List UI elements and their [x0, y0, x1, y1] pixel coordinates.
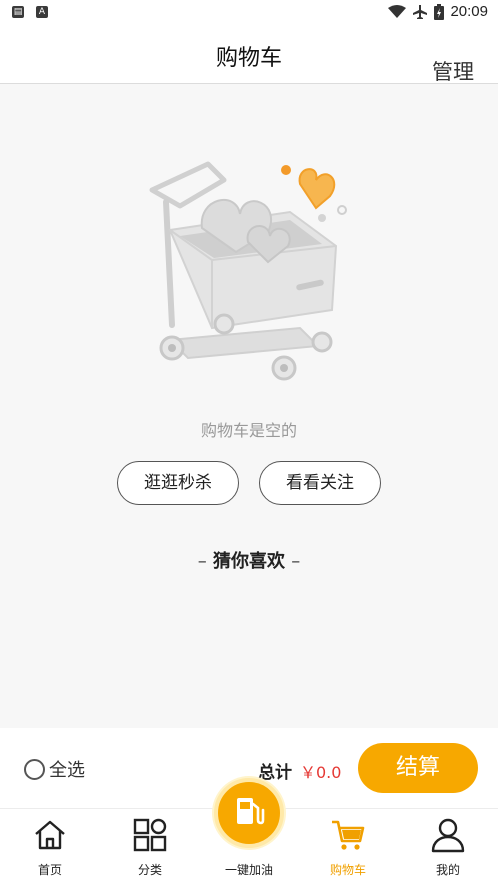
follow-button[interactable]: 看看关注 [259, 461, 381, 505]
home-icon [35, 820, 65, 850]
status-time: 20:09 [450, 3, 488, 20]
guess-you-like-title: 猜你喜欢 [213, 551, 285, 572]
page-title: 购物车 [215, 46, 282, 71]
select-all-toggle[interactable]: 全选 [24, 756, 85, 782]
guess-you-like-heading: – 猜你喜欢 – [0, 547, 498, 573]
cart-icon [332, 820, 365, 850]
fuel-pump-icon [237, 798, 265, 825]
heading-dash-right: – [291, 551, 301, 572]
category-grid-icon [133, 818, 167, 852]
tab-cart[interactable]: 购物车 [298, 809, 398, 886]
empty-cart-message: 购物车是空的 [200, 421, 297, 440]
select-all-label: 全选 [49, 760, 85, 781]
tab-home-label: 首页 [37, 863, 62, 877]
select-all-radio[interactable] [24, 758, 45, 780]
manage-button[interactable]: 管理 [432, 56, 474, 86]
refuel-center-button[interactable] [214, 778, 284, 848]
tab-mine-label: 我的 [435, 863, 460, 877]
shopping-cart-with-hearts-illustration [149, 161, 347, 381]
status-bar: ▤ A 20:09 [0, 0, 498, 26]
total-label: 总计 [258, 763, 292, 783]
tab-mine[interactable]: 我的 [398, 809, 498, 886]
checkout-button[interactable]: 结算 [358, 743, 478, 793]
heading-dash-left: – [197, 551, 207, 572]
airplane-icon [413, 4, 428, 19]
a-letter-icon: A [36, 6, 48, 18]
seckill-button[interactable]: 逛逛秒杀 [117, 461, 239, 505]
total-value: ￥0.0 [300, 763, 342, 782]
user-icon [431, 818, 465, 853]
notification-icon: ▤ [12, 6, 24, 18]
page-header: 购物车 管理 [0, 26, 498, 84]
tab-refuel-label: 一键加油 [224, 863, 273, 877]
tab-category-label: 分类 [137, 863, 162, 877]
tab-cart-label: 购物车 [329, 863, 366, 877]
battery-charging-icon [434, 3, 445, 20]
wifi-icon [388, 4, 407, 18]
tab-home[interactable]: 首页 [0, 809, 100, 886]
tab-category[interactable]: 分类 [100, 809, 200, 886]
